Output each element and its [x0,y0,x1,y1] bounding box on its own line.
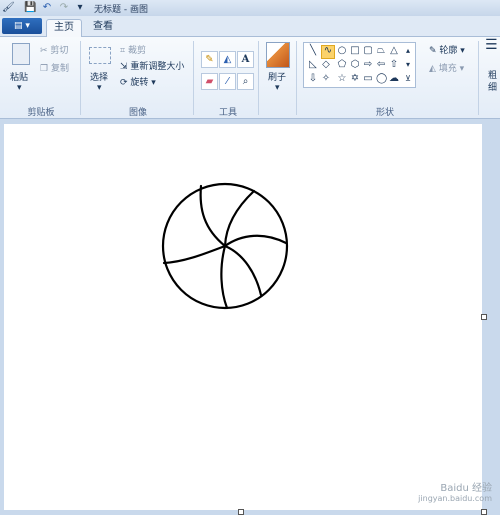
ribbon-separator [80,41,81,115]
drawing-canvas[interactable] [4,124,482,510]
hexagon-shape-icon[interactable]: ⬡ [350,60,360,70]
group-label-clipboard: 剪贴板 [27,108,55,118]
color-picker-icon[interactable]: ⁄ [219,73,236,90]
fill-button[interactable]: ◭ 填充 ▾ [429,61,464,74]
cloud-callout-shape-icon[interactable]: ☁ [389,74,399,84]
ball-stripe [223,244,263,297]
group-label-image: 图像 [128,108,147,118]
canvas-resize-handle-right[interactable] [481,314,487,320]
window-title: 无标题 - 画图 [94,5,148,15]
fill-bucket-icon[interactable]: ◭ [219,51,236,68]
five-point-star-shape-icon[interactable]: ☆ [337,74,347,84]
line-shape-icon[interactable]: ╲ [308,46,318,56]
group-label-tools: 工具 [218,108,237,118]
crop-button[interactable]: ⌗ 裁剪 [120,43,146,56]
scissors-icon: ✂ [40,46,48,56]
shapes-gallery[interactable]: ╲ ∿ ○ □ ▢ ⏢ △ ◺ ◇ ⬠ ⬡ ⇨ ⇦ ⇧ ⇩ ✧ ☆ ✡ ▭ ◯ … [303,42,416,88]
shapes-scroll-up-icon[interactable]: ▴ [404,46,412,56]
tab-view[interactable]: 查看 [86,19,120,36]
select-button[interactable]: 选择 [90,70,108,83]
rotate-button[interactable]: ⟳ 旋转 ▾ [120,75,156,88]
redo-icon[interactable]: ↷ [58,2,70,13]
paste-button[interactable]: 粘贴 [10,70,28,83]
rotate-icon: ⟳ [120,78,128,88]
right-arrow-shape-icon[interactable]: ⇨ [363,60,373,70]
brushes-button[interactable]: 刷子 [268,70,286,83]
rounded-rectangle-shape-icon[interactable]: ▢ [363,46,373,56]
outline-pen-icon: ✎ [429,46,437,56]
rectangle-shape-icon[interactable]: □ [350,46,360,56]
diamond-shape-icon[interactable]: ◇ [321,60,331,70]
rounded-callout-shape-icon[interactable]: ▭ [363,74,373,84]
ribbon-separator [296,41,297,115]
polygon-shape-icon[interactable]: ⏢ [376,46,386,56]
select-icon [89,47,111,64]
paste-dropdown-icon[interactable]: ▾ [17,83,22,93]
resize-icon: ⇲ [120,62,128,72]
fill-icon: ◭ [429,64,436,74]
oval-shape-icon[interactable]: ○ [337,46,347,56]
ribbon-separator [478,41,479,115]
pentagon-shape-icon[interactable]: ⬠ [337,60,347,70]
right-triangle-shape-icon[interactable]: ◺ [308,60,318,70]
triangle-shape-icon[interactable]: △ [389,46,399,56]
ribbon-separator [193,41,194,115]
size-button-label[interactable]: 粗 细 [488,70,497,94]
ball-stripe [223,234,288,248]
line-size-icon[interactable]: ☰ [485,38,498,52]
title-bar: 🖌 💾 ↶ ↷ ▾ 无标题 - 画图 [0,0,500,17]
text-tool-icon[interactable]: A [237,51,254,68]
ribbon-separator [258,41,259,115]
file-menu-button[interactable]: ▤ ▾ [2,18,42,34]
ball-stripe [220,244,229,310]
paste-icon [12,43,30,65]
group-label-shapes: 形状 [375,108,394,118]
down-arrow-shape-icon[interactable]: ⇩ [308,74,318,84]
crop-icon: ⌗ [120,46,126,56]
shapes-expand-icon[interactable]: ⊻ [404,74,412,84]
magnifier-icon[interactable]: ⌕ [237,73,254,90]
ball-stripe [199,184,227,248]
canvas-resize-handle-corner[interactable] [481,509,487,515]
save-icon[interactable]: 💾 [24,2,36,13]
copy-icon: ❐ [40,64,49,74]
select-dropdown-icon[interactable]: ▾ [97,83,102,93]
tab-home[interactable]: 主页 [46,19,82,37]
eraser-icon[interactable]: ▰ [201,73,218,90]
ribbon-tabs: ▤ ▾ 主页 查看 [0,16,500,37]
watermark: Baidu 经验 jingyan.baidu.com [418,483,492,503]
paint-app-icon[interactable]: 🖌 [2,2,15,13]
curve-shape-icon[interactable]: ∿ [321,45,335,59]
canvas-workspace: Baidu 经验 jingyan.baidu.com [0,119,500,515]
oval-callout-shape-icon[interactable]: ◯ [376,74,387,84]
pencil-icon[interactable]: ✎ [201,51,218,68]
copy-button[interactable]: ❐ 复制 [40,61,69,74]
resize-button[interactable]: ⇲ 重新调整大小 [120,59,184,72]
shapes-scroll-down-icon[interactable]: ▾ [404,60,412,70]
outline-button[interactable]: ✎ 轮廓 ▾ [429,43,465,56]
brush-icon [266,42,290,68]
brushes-dropdown-icon[interactable]: ▾ [275,83,280,93]
four-point-star-shape-icon[interactable]: ✧ [321,74,331,84]
ribbon: 粘贴 ▾ ✂ 剪切 ❐ 复制 剪贴板 选择 ▾ ⌗ 裁剪 ⇲ 重新调整大小 ⟳ … [0,37,500,119]
cut-button[interactable]: ✂ 剪切 [40,43,68,56]
six-point-star-shape-icon[interactable]: ✡ [350,74,360,84]
canvas-resize-handle-bottom[interactable] [238,509,244,515]
left-arrow-shape-icon[interactable]: ⇦ [376,60,386,70]
customize-quick-access-icon[interactable]: ▾ [74,2,86,13]
ball-drawing [161,182,289,310]
undo-icon[interactable]: ↶ [41,2,53,13]
up-arrow-shape-icon[interactable]: ⇧ [389,60,399,70]
ball-stripe [162,244,227,265]
file-menu-icon: ▤ [14,21,23,31]
